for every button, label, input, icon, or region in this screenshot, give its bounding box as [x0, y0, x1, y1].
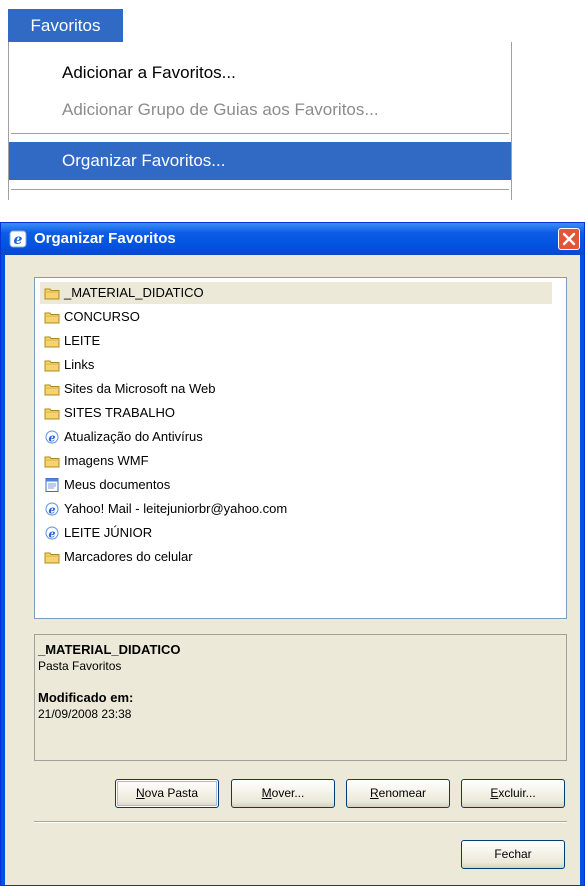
list-item-label: Atualização do Antivírus: [64, 429, 203, 444]
item-info-panel: _MATERIAL_DIDATICO Pasta Favoritos Modif…: [34, 634, 567, 761]
new-folder-button[interactable]: Nova Pasta: [115, 779, 219, 808]
favoritos-menu-title[interactable]: Favoritos: [8, 9, 123, 42]
list-item-label: _MATERIAL_DIDATICO: [64, 285, 204, 300]
list-item-label: Sites da Microsoft na Web: [64, 381, 216, 396]
move-button[interactable]: Mover...: [231, 779, 335, 808]
folder-icon: [44, 456, 60, 468]
list-item-label: Yahoo! Mail - leitejuniorbr@yahoo.com: [64, 501, 288, 516]
favoritos-dropdown-menu: Adicionar a Favoritos... Adicionar Grupo…: [8, 42, 512, 200]
info-item-name: _MATERIAL_DIDATICO: [38, 642, 181, 657]
list-item-label: LEITE: [64, 333, 101, 348]
favorites-list[interactable]: _MATERIAL_DIDATICO CONCURSO LEITE Links Site…: [34, 277, 567, 619]
list-item-label: SITES TRABALHO: [64, 405, 176, 420]
svg-text:e: e: [49, 432, 56, 445]
svg-text:e: e: [14, 232, 23, 248]
svg-text:e: e: [49, 528, 56, 541]
internet-explorer-icon: e: [9, 230, 27, 248]
folder-icon: [44, 336, 60, 348]
list-item-label: LEITE JÚNIOR: [64, 525, 153, 540]
dialog-title-bar[interactable]: e Organizar Favoritos: [1, 223, 584, 255]
dialog-separator: [34, 821, 567, 823]
list-item-label: Marcadores do celular: [64, 549, 193, 564]
list-item-label: Links: [64, 357, 95, 372]
info-modified-date: 21/09/2008 23:38: [38, 707, 132, 721]
list-item-label: CONCURSO: [64, 309, 140, 324]
ie-link-icon: e: [45, 526, 59, 541]
close-icon[interactable]: [558, 228, 580, 250]
folder-icon: [44, 360, 60, 372]
menu-item-organize-favorites[interactable]: Organizar Favoritos...: [9, 142, 511, 180]
info-item-type: Pasta Favoritos: [38, 659, 122, 673]
organize-favorites-dialog: e Organizar Favoritos _MATERIAL_DIDATICO…: [0, 222, 585, 886]
dialog-title: Organizar Favoritos: [34, 230, 176, 247]
folder-icon: [44, 408, 60, 420]
menu-separator: [11, 189, 509, 191]
ie-link-icon: e: [45, 430, 59, 445]
document-icon: [45, 478, 59, 492]
close-button[interactable]: Fechar: [461, 840, 565, 869]
folder-icon: [44, 552, 60, 564]
menu-separator: [11, 133, 509, 135]
list-item[interactable]: _MATERIAL_DIDATICO: [40, 282, 552, 304]
ie-link-icon: e: [45, 502, 59, 517]
folder-icon: [44, 312, 60, 324]
rename-button[interactable]: Renomear: [346, 779, 450, 808]
svg-text:e: e: [49, 504, 56, 517]
menu-item-add-tab-group: Adicionar Grupo de Guias aos Favoritos..…: [62, 100, 379, 119]
folder-icon: [44, 384, 60, 396]
info-modified-label: Modificado em:: [38, 690, 134, 705]
delete-button[interactable]: Excluir...: [461, 779, 565, 808]
menu-item-add-favorite[interactable]: Adicionar a Favoritos...: [9, 54, 511, 92]
dialog-left-border: [1, 255, 5, 885]
dialog-right-border: [580, 255, 584, 885]
folder-icon: [44, 288, 60, 300]
list-item-label: Imagens WMF: [64, 453, 149, 468]
list-item-label: Meus documentos: [64, 477, 171, 492]
